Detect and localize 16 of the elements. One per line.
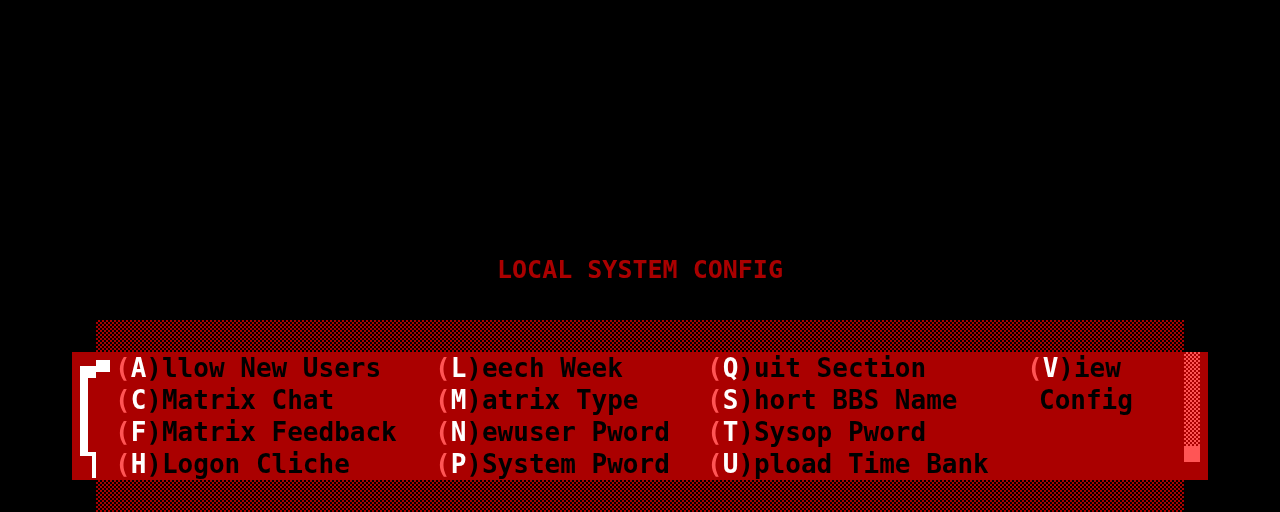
scrollbar[interactable] [1184, 352, 1200, 462]
menu-option[interactable]: (P)System Pword [435, 448, 670, 480]
menu-option[interactable]: (U)pload Time Bank [707, 448, 989, 480]
menu-option[interactable]: (C)Matrix Chat [115, 384, 335, 416]
menu-option[interactable]: (Q)uit Section [707, 352, 927, 384]
menu-option[interactable]: (N)ewuser Pword [435, 416, 670, 448]
menu-option[interactable]: (F)Matrix Feedback [115, 416, 397, 448]
screen-title: LOCAL SYSTEM CONFIG [497, 254, 783, 286]
menu-option[interactable]: (H)Logon Cliche [115, 448, 350, 480]
menu-option[interactable]: (V)iew [1027, 352, 1121, 384]
cursor-bracket-icon [80, 360, 112, 478]
menu-option[interactable]: (T)Sysop Pword [707, 416, 927, 448]
menu-option[interactable]: (M)atrix Type [435, 384, 639, 416]
menu-option[interactable]: (S)hort BBS Name [707, 384, 958, 416]
menu-option[interactable]: (A)llow New Users [115, 352, 382, 384]
menu-option[interactable]: (L)eech Week [435, 352, 623, 384]
